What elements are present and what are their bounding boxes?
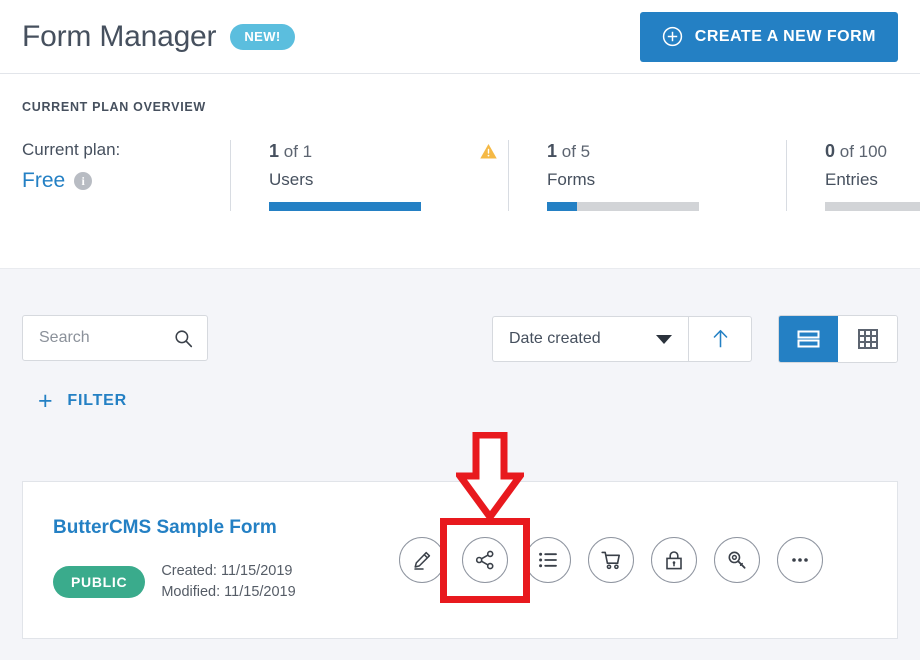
status-badge: PUBLIC bbox=[53, 566, 145, 598]
warning-triangle-icon bbox=[479, 142, 498, 160]
list-view-icon bbox=[796, 328, 821, 350]
arrow-up-icon bbox=[712, 328, 729, 350]
forms-body: Date created bbox=[0, 268, 920, 660]
permissions-lock-button[interactable] bbox=[651, 537, 697, 583]
toolbar-right-group: Date created bbox=[492, 315, 898, 363]
metric-users-count: 1 of 1 bbox=[269, 141, 312, 162]
metric-users: 1 of 1 Users bbox=[230, 140, 508, 211]
metric-entries-used: 0 bbox=[825, 141, 835, 161]
filter-button[interactable]: + FILTER bbox=[38, 391, 127, 411]
forms-toolbar: Date created bbox=[0, 269, 920, 363]
sort-by-value: Date created bbox=[509, 330, 601, 348]
metric-entries: 0 of 100 Entries bbox=[786, 140, 920, 211]
pencil-icon bbox=[410, 548, 434, 572]
metric-users-header: 1 of 1 bbox=[269, 140, 498, 162]
view-mode-grid-button[interactable] bbox=[838, 316, 897, 362]
sort-direction-button[interactable] bbox=[688, 316, 752, 362]
payments-cart-button[interactable] bbox=[588, 537, 634, 583]
plan-overview-label: CURRENT PLAN OVERVIEW bbox=[22, 100, 898, 114]
metric-entries-count: 0 of 100 bbox=[825, 141, 887, 162]
info-icon[interactable]: i bbox=[74, 172, 92, 190]
title-group: Form Manager NEW! bbox=[22, 20, 295, 54]
metric-forms-header: 1 of 5 bbox=[547, 140, 776, 162]
sort-group: Date created bbox=[492, 316, 752, 362]
form-card-meta: PUBLIC Created: 11/15/2019 Modified: 11/… bbox=[53, 561, 393, 603]
form-dates: Created: 11/15/2019 Modified: 11/15/2019 bbox=[161, 561, 295, 603]
view-mode-list-button[interactable] bbox=[779, 316, 838, 362]
metric-users-label: Users bbox=[269, 170, 498, 190]
metric-users-bar-fill bbox=[269, 202, 421, 211]
metric-users-total: of 1 bbox=[284, 142, 312, 161]
more-options-button[interactable] bbox=[777, 537, 823, 583]
plus-circle-icon bbox=[662, 26, 683, 47]
page-title: Form Manager bbox=[22, 20, 216, 54]
metric-entries-total: of 100 bbox=[840, 142, 887, 161]
create-new-form-label: CREATE A NEW FORM bbox=[695, 28, 876, 46]
search-box[interactable] bbox=[22, 315, 208, 361]
lock-icon bbox=[662, 548, 686, 572]
sort-by-select[interactable]: Date created bbox=[492, 316, 688, 362]
edit-form-button[interactable] bbox=[399, 537, 445, 583]
key-icon bbox=[725, 548, 749, 572]
form-modified-date: Modified: 11/15/2019 bbox=[161, 582, 295, 603]
form-card-info: ButterCMS Sample Form PUBLIC Created: 11… bbox=[23, 517, 393, 603]
share-form-button[interactable] bbox=[462, 537, 508, 583]
metric-forms-bar-fill bbox=[547, 202, 577, 211]
search-icon[interactable] bbox=[174, 329, 193, 348]
filter-label: FILTER bbox=[67, 392, 127, 410]
plan-overview-section: CURRENT PLAN OVERVIEW Current plan: Free… bbox=[0, 74, 920, 233]
metric-forms-total: of 5 bbox=[562, 142, 590, 161]
chevron-down-icon bbox=[656, 335, 672, 344]
search-input[interactable] bbox=[37, 328, 174, 348]
form-created-date: Created: 11/15/2019 bbox=[161, 561, 295, 582]
share-icon bbox=[473, 548, 497, 572]
form-action-buttons bbox=[399, 537, 823, 583]
filter-row: + FILTER bbox=[0, 363, 920, 414]
metric-entries-header: 0 of 100 bbox=[825, 140, 920, 162]
current-plan-label: Current plan: bbox=[22, 140, 212, 160]
plus-icon: + bbox=[38, 391, 53, 411]
metric-forms: 1 of 5 Forms bbox=[508, 140, 786, 211]
view-mode-toggle bbox=[778, 315, 898, 363]
ellipsis-icon bbox=[788, 548, 812, 572]
current-plan-column: Current plan: Free i bbox=[22, 140, 230, 211]
metric-users-used: 1 bbox=[269, 141, 279, 161]
list-icon bbox=[536, 548, 560, 572]
new-badge: NEW! bbox=[230, 24, 294, 50]
metric-forms-label: Forms bbox=[547, 170, 776, 190]
metric-forms-count: 1 of 5 bbox=[547, 141, 590, 162]
form-card: ButterCMS Sample Form PUBLIC Created: 11… bbox=[22, 481, 898, 639]
metric-entries-label: Entries bbox=[825, 170, 920, 190]
grid-view-icon bbox=[857, 328, 879, 350]
create-new-form-button[interactable]: CREATE A NEW FORM bbox=[640, 12, 898, 62]
cart-icon bbox=[599, 548, 623, 572]
current-plan-value-row: Free i bbox=[22, 169, 212, 193]
preview-key-button[interactable] bbox=[714, 537, 760, 583]
app-header: Form Manager NEW! CREATE A NEW FORM bbox=[0, 0, 920, 74]
current-plan-name[interactable]: Free bbox=[22, 169, 65, 193]
metric-entries-bar bbox=[825, 202, 920, 211]
metric-forms-bar bbox=[547, 202, 699, 211]
form-name-link[interactable]: ButterCMS Sample Form bbox=[53, 517, 393, 539]
metric-forms-used: 1 bbox=[547, 141, 557, 161]
metric-users-bar bbox=[269, 202, 421, 211]
plan-metrics-row: Current plan: Free i 1 of 1 Users bbox=[22, 140, 898, 211]
entries-list-button[interactable] bbox=[525, 537, 571, 583]
